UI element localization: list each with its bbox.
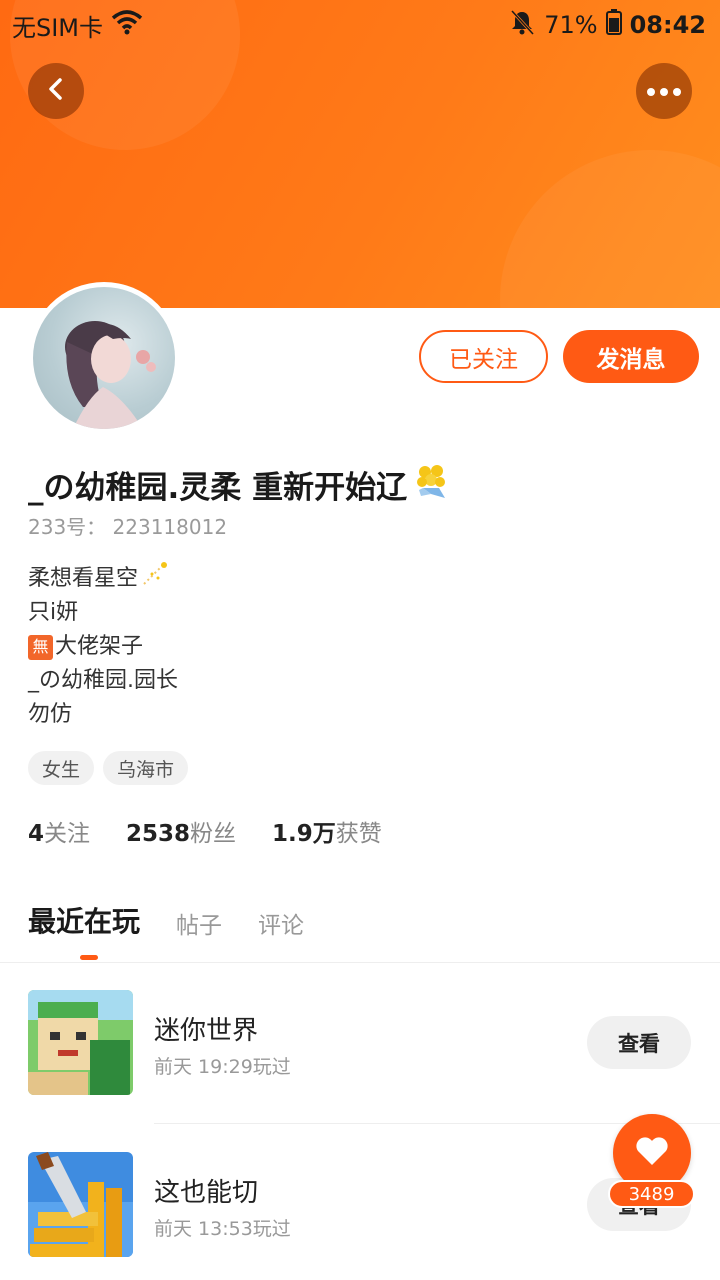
tag-location: 乌海市 — [103, 751, 189, 785]
bio-text: 柔想看星空 — [28, 566, 139, 591]
send-message-button[interactable]: 发消息 — [563, 330, 699, 383]
tab-posts[interactable]: 帖子 — [176, 906, 222, 940]
battery-icon — [605, 9, 622, 41]
tag-gender: 女生 — [28, 751, 95, 785]
bio: 柔想看星空 只i妍 無 大佬架子 _の幼稚园.园长 勿仿 — [28, 560, 178, 732]
game-name: 迷你世界 — [154, 1016, 259, 1046]
profile-tabs: 最近在玩 帖子 评论 — [28, 900, 304, 940]
chevron-left-icon — [44, 77, 68, 105]
clock: 08:42 — [629, 11, 706, 39]
stat-likes-count: 1.9万 — [272, 821, 336, 847]
bio-text: 勿仿 — [28, 702, 73, 727]
tab-comments[interactable]: 评论 — [258, 906, 304, 940]
user-id: 233号： 223118012 — [28, 515, 228, 539]
stat-likes-label: 获赞 — [335, 821, 382, 847]
back-button[interactable] — [28, 63, 84, 119]
carrier-label: 无SIM卡 — [12, 13, 104, 42]
bio-line: 無 大佬架子 — [28, 630, 178, 664]
view-game-button[interactable]: 查看 — [587, 1016, 691, 1069]
game-last-played: 前天 19:29玩过 — [154, 1056, 291, 1078]
tab-recent-games[interactable]: 最近在玩 — [28, 900, 140, 940]
mute-bell-icon — [508, 8, 536, 42]
stat-following-label: 关注 — [44, 821, 91, 847]
stat-following-count: 4 — [28, 821, 45, 847]
stat-following[interactable]: 4关注 — [28, 814, 90, 848]
stat-fans-count: 2538 — [126, 821, 191, 847]
game-list-item[interactable]: 迷你世界 前天 19:29玩过 查看 — [28, 990, 720, 1096]
bio-line: 勿仿 — [28, 698, 178, 732]
battery-percent: 71% — [544, 11, 598, 39]
heart-icon — [635, 1136, 669, 1170]
stat-likes[interactable]: 1.9万获赞 — [272, 814, 382, 848]
bio-line: 柔想看星空 — [28, 560, 178, 599]
game-icon-slice-it — [28, 1152, 133, 1257]
stat-fans[interactable]: 2538粉丝 — [126, 814, 236, 848]
more-button[interactable] — [636, 63, 692, 119]
wifi-icon — [111, 9, 143, 41]
bio-line: 只i妍 — [28, 596, 178, 630]
profile-tags: 女生 乌海市 — [28, 751, 189, 785]
profile-stats: 4关注 2538粉丝 1.9万获赞 — [28, 814, 382, 848]
username-text: _の幼稚园.灵柔 重新开始辽 — [28, 469, 408, 506]
status-bar: 无SIM卡 71% 08:42 — [0, 0, 720, 50]
game-last-played: 前天 13:53玩过 — [154, 1218, 291, 1240]
bio-text: _の幼稚园.园长 — [28, 668, 178, 693]
avatar-image — [33, 287, 175, 429]
username: _の幼稚园.灵柔 重新开始辽 — [28, 460, 451, 508]
game-name: 这也能切 — [154, 1178, 259, 1208]
avatar[interactable] — [28, 282, 180, 434]
decor-circle — [500, 150, 720, 308]
bouquet-icon — [411, 460, 451, 508]
game-icon-mini-world — [28, 990, 133, 1095]
like-count-badge: 3489 — [608, 1180, 695, 1208]
tab-active-indicator — [80, 955, 98, 960]
followed-button[interactable]: 已关注 — [419, 330, 548, 383]
divider — [0, 962, 720, 963]
sparkle-icon — [140, 560, 170, 599]
bio-text: 大佬架子 — [55, 634, 144, 659]
stat-fans-label: 粉丝 — [190, 821, 237, 847]
bio-line: _の幼稚园.园长 — [28, 664, 178, 698]
no-badge-icon: 無 — [28, 634, 53, 660]
more-dots-icon — [646, 82, 682, 101]
bio-text: 只i妍 — [28, 600, 79, 625]
